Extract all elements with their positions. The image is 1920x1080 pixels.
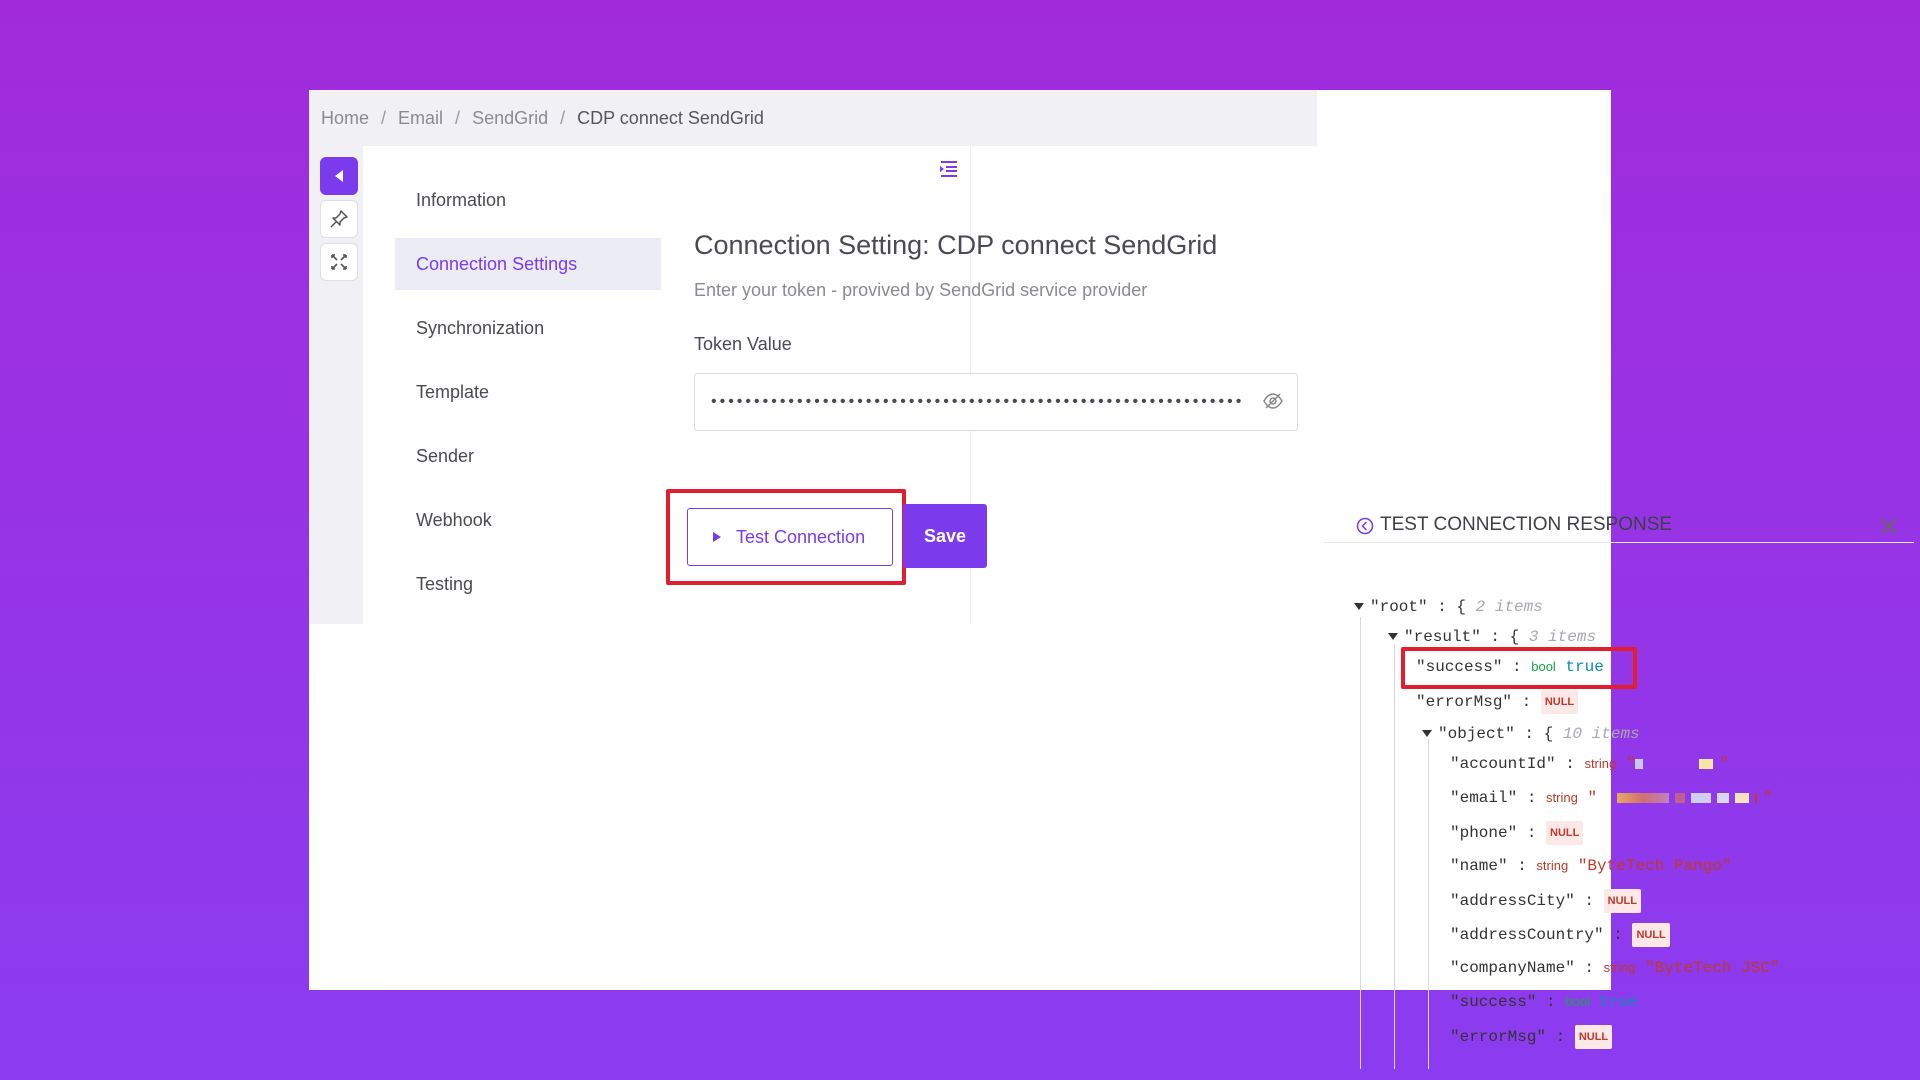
- json-phone-row: "phone" : NULL: [1450, 821, 1584, 845]
- token-input[interactable]: [694, 373, 1298, 431]
- json-object-row[interactable]: "object" : { 10 items: [1422, 723, 1640, 745]
- json-object-errormsg-row: "errorMsg" : NULL: [1450, 1025, 1613, 1049]
- play-icon: [713, 532, 721, 542]
- test-connection-response-panel: TEST CONNECTION RESPONSE "root" : { 2 it…: [1324, 485, 1914, 1075]
- close-icon[interactable]: [1878, 515, 1900, 537]
- breadcrumb: Home / Email / SendGrid / CDP connect Se…: [309, 90, 1317, 146]
- json-errormsg-row: "errorMsg" : NULL: [1416, 690, 1579, 714]
- json-name-row: "name" : string "ByteTech Pango": [1450, 857, 1732, 875]
- json-addresscountry-row: "addressCountry" : NULL: [1450, 923, 1670, 947]
- test-connection-button[interactable]: Test Connection: [687, 508, 893, 566]
- app-window: Home / Email / SendGrid / CDP connect Se…: [309, 90, 1914, 1069]
- json-email-row: "email" : string " ": [1450, 789, 1773, 807]
- json-object-success-row: "success" : bool true: [1450, 993, 1638, 1011]
- breadcrumb-email[interactable]: Email: [398, 108, 443, 129]
- json-accountid-row: "accountId" : string " ": [1450, 755, 1730, 773]
- redacted-value: [1617, 792, 1670, 803]
- json-root-row[interactable]: "root" : { 2 items: [1354, 596, 1543, 618]
- expand-triangle-icon[interactable]: [1422, 730, 1432, 738]
- nav-item-webhook[interactable]: Webhook: [395, 494, 661, 546]
- breadcrumb-separator: /: [455, 107, 461, 128]
- collapse-button[interactable]: [320, 157, 358, 195]
- nav-item-information[interactable]: Information: [395, 174, 661, 226]
- response-header: TEST CONNECTION RESPONSE: [1324, 485, 1914, 543]
- pin-icon: [330, 210, 348, 228]
- nav-item-testing[interactable]: Testing: [395, 558, 661, 610]
- token-label: Token Value: [694, 334, 792, 354]
- breadcrumb-separator: /: [381, 107, 387, 128]
- page-title: Connection Setting: CDP connect SendGrid: [694, 230, 1218, 260]
- save-button[interactable]: Save: [903, 504, 987, 568]
- expand-triangle-icon[interactable]: [1388, 633, 1398, 641]
- nav-item-sender[interactable]: Sender: [395, 430, 661, 482]
- redacted-value: [1635, 758, 1644, 769]
- eye-off-icon[interactable]: [1262, 390, 1284, 412]
- fullscreen-icon: [331, 254, 347, 270]
- back-circle-icon[interactable]: [1356, 517, 1374, 535]
- breadcrumb-current: CDP connect SendGrid: [577, 107, 764, 128]
- tree-guide: [1394, 645, 1395, 1069]
- breadcrumb-sendgrid[interactable]: SendGrid: [472, 108, 548, 129]
- nav-item-synchronization[interactable]: Synchronization: [395, 302, 661, 354]
- redacted-value: [1717, 792, 1730, 803]
- test-connection-label: Test Connection: [736, 526, 866, 547]
- tree-guide: [1360, 617, 1361, 1069]
- side-toolbar: [309, 146, 363, 624]
- json-addresscity-row: "addressCity" : NULL: [1450, 889, 1641, 913]
- pin-button[interactable]: [320, 200, 358, 238]
- menu-collapse-icon[interactable]: [939, 160, 959, 178]
- nav-item-template[interactable]: Template: [395, 366, 661, 418]
- page-subtitle: Enter your token - provived by SendGrid …: [694, 280, 1148, 300]
- expand-triangle-icon[interactable]: [1354, 603, 1364, 611]
- response-title: TEST CONNECTION RESPONSE: [1380, 514, 1673, 535]
- json-success-row: "success" : bool true: [1416, 658, 1604, 676]
- redacted-value: [1691, 792, 1712, 803]
- redacted-value: [1699, 758, 1714, 769]
- json-companyname-row: "companyName" : string "ByteTech JSC": [1450, 959, 1780, 977]
- nav-item-connection-settings[interactable]: Connection Settings: [395, 238, 661, 290]
- redacted-value: [1675, 792, 1686, 803]
- tree-guide: [1428, 739, 1429, 1069]
- breadcrumb-separator: /: [560, 107, 566, 128]
- redacted-value: [1755, 792, 1758, 803]
- chevron-left-icon: [335, 170, 343, 182]
- breadcrumb-home[interactable]: Home: [321, 108, 369, 129]
- fullscreen-button[interactable]: [320, 243, 358, 281]
- json-result-row[interactable]: "result" : { 3 items: [1388, 626, 1596, 648]
- redacted-value: [1735, 792, 1750, 803]
